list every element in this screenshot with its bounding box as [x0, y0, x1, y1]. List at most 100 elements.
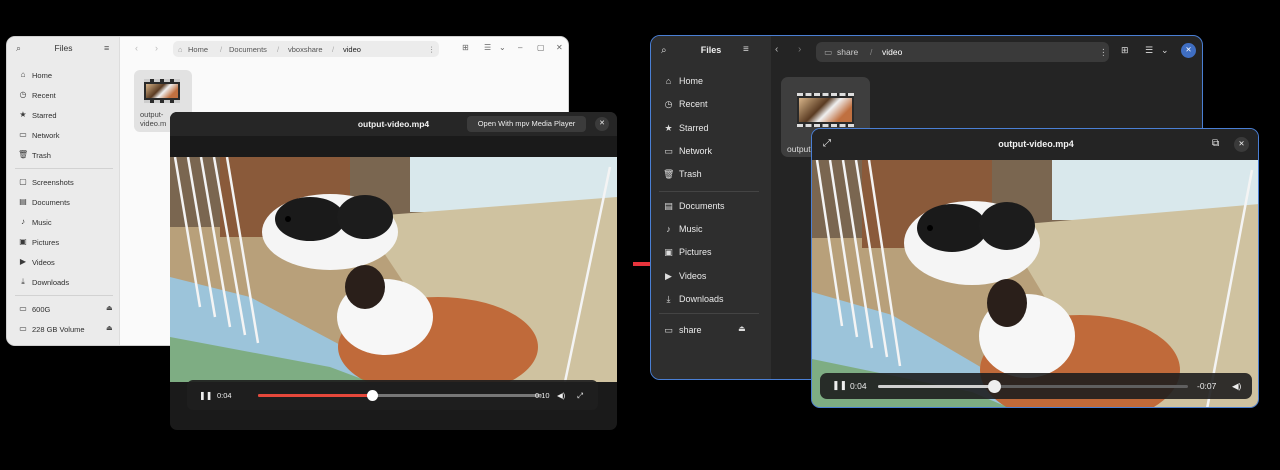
sidebar-item-documents[interactable]: ▤ Documents	[7, 193, 120, 211]
picture-icon: ▣	[19, 237, 27, 246]
sidebar-item-home[interactable]: ⌂ Home	[7, 66, 120, 84]
music-icon: ♪	[666, 224, 671, 234]
sidebar-item-share[interactable]: ▭ share ⏏	[651, 319, 771, 341]
header-bar: ‹ › ▭ share / video ⋮ ⊞ ☰ ⌄	[771, 36, 1202, 68]
volume-icon[interactable]: ◀)	[1232, 381, 1241, 392]
volume-icon[interactable]: ◀)	[557, 391, 565, 400]
more-icon[interactable]: ⋮	[428, 45, 436, 54]
eject-icon[interactable]: ⏏	[738, 324, 746, 333]
sidebar-item-pictures[interactable]: ▣ Pictures	[651, 241, 771, 263]
video-frame[interactable]	[170, 157, 617, 382]
file-label: output	[787, 144, 811, 154]
sidebar-item-screenshots[interactable]: ▢ Screenshots	[7, 173, 120, 191]
player-title: output-video.mp4	[998, 139, 1074, 149]
seek-bar[interactable]	[878, 385, 1188, 388]
sidebar-item-label: share	[679, 325, 702, 335]
pause-icon[interactable]: ❚❚	[199, 391, 212, 400]
video-player-old: output-video.mp4 Open With mpv Media Pla…	[170, 112, 617, 430]
open-external-icon[interactable]: ⧉	[1212, 138, 1219, 149]
download-icon: ⤓	[21, 277, 25, 286]
close-icon[interactable]: ✕	[1181, 43, 1196, 58]
sidebar-item-downloads[interactable]: ⤓ Downloads	[7, 273, 120, 291]
sidebar-item-recent[interactable]: ◷ Recent	[7, 86, 120, 104]
sidebar-item-label: Music	[679, 224, 703, 234]
home-icon: ⌂	[665, 76, 672, 86]
network-icon: ▭	[664, 146, 673, 156]
sidebar-item-label: Trash	[32, 151, 51, 160]
sidebar-item-pictures[interactable]: ▣ Pictures	[7, 233, 120, 251]
sidebar-header: ⌕ Files ≡	[7, 37, 120, 61]
sidebar-item-downloads[interactable]: ⤓ Downloads	[651, 288, 771, 310]
forward-icon[interactable]: ›	[155, 43, 158, 53]
sidebar-item-label: Downloads	[32, 278, 70, 287]
header-bar: ‹ › ⌂ Home / Documents / vboxshare / vid…	[120, 37, 568, 61]
sidebar-item-network[interactable]: ▭ Network	[7, 126, 120, 144]
video-frame[interactable]	[812, 160, 1258, 407]
video-player-new: ⤢ output-video.mp4 ⧉ ✕ ❚❚ 0:04 -0:07 ◀)	[811, 128, 1259, 408]
breadcrumb-item[interactable]: vboxshare	[288, 45, 323, 54]
open-with-mpv-button[interactable]: Open With mpv Media Player	[467, 116, 586, 132]
seek-handle[interactable]	[988, 380, 1002, 393]
breadcrumb-item[interactable]: Documents	[229, 45, 267, 54]
breadcrumb: ⌂ Home / Documents / vboxshare / video ⋮	[173, 41, 439, 57]
minimize-icon[interactable]: –	[518, 43, 522, 52]
sidebar-item-recent[interactable]: ◷ Recent	[651, 93, 771, 115]
sidebar-item-starred[interactable]: ★ Starred	[651, 117, 771, 139]
sidebar-item-starred[interactable]: ★ Starred	[7, 106, 120, 124]
back-icon[interactable]: ‹	[775, 44, 778, 55]
view-list-icon[interactable]: ☰	[1145, 45, 1153, 56]
view-list-icon[interactable]: ☰	[484, 43, 491, 52]
sidebar-item-600g[interactable]: ▭ 600G ⏏	[7, 300, 120, 318]
time-remaining: -0:07	[1197, 381, 1217, 391]
eject-icon[interactable]: ⏏	[106, 324, 113, 332]
sidebar-item-videos[interactable]: ▶ Videos	[7, 253, 120, 271]
breadcrumb-item[interactable]: Home	[188, 45, 208, 54]
close-icon[interactable]: ✕	[556, 43, 563, 52]
sidebar-item-network[interactable]: ▭ Network	[651, 140, 771, 162]
sidebar-item-label: 228 GB Volume	[32, 325, 85, 334]
sidebar-item-documents[interactable]: ▤ Documents	[651, 195, 771, 217]
breadcrumb: ▭ share / video ⋮	[816, 42, 1109, 62]
close-icon[interactable]: ✕	[1234, 137, 1249, 152]
pause-icon[interactable]: ❚❚	[832, 380, 847, 391]
back-icon[interactable]: ‹	[135, 43, 138, 53]
player-header: ⤢ output-video.mp4 ⧉ ✕	[812, 129, 1258, 160]
search-folder-icon[interactable]: ⊞	[1121, 45, 1129, 56]
video-thumbnail	[797, 93, 854, 127]
sidebar-item-trash[interactable]: 🗑 Trash	[7, 146, 120, 164]
star-icon: ★	[19, 110, 27, 119]
forward-icon[interactable]: ›	[798, 44, 801, 55]
close-icon[interactable]: ✕	[595, 117, 609, 131]
breadcrumb-item[interactable]: video	[343, 45, 361, 54]
maximize-icon[interactable]: ▢	[537, 43, 545, 52]
breadcrumb-item[interactable]: video	[882, 47, 902, 57]
menu-icon[interactable]: ≡	[743, 44, 749, 55]
sidebar-item-videos[interactable]: ▶ Videos	[651, 265, 771, 287]
seek-handle[interactable]	[366, 390, 378, 401]
sidebar-item-228-gb-volume[interactable]: ▭ 228 GB Volume ⏏	[7, 320, 120, 338]
more-icon[interactable]: ⋮	[1099, 47, 1108, 58]
chevron-down-icon[interactable]: ⌄	[499, 43, 506, 52]
sidebar-item-music[interactable]: ♪ Music	[651, 218, 771, 240]
menu-icon[interactable]: ≡	[104, 43, 109, 53]
fullscreen-icon[interactable]: ⤢	[577, 391, 583, 401]
eject-icon[interactable]: ⏏	[106, 304, 113, 312]
sidebar-item-label: Home	[679, 76, 704, 86]
sidebar-item-home[interactable]: ⌂ Home	[651, 70, 771, 92]
sidebar-item-label: Videos	[32, 258, 55, 267]
seek-bar-fill	[878, 385, 995, 388]
star-icon: ★	[664, 123, 673, 133]
time-current: 0:04	[217, 391, 232, 400]
sidebar-item-music[interactable]: ♪ Music	[7, 213, 120, 231]
sidebar-item-label: Videos	[679, 271, 707, 281]
picture-icon: ▣	[664, 247, 673, 257]
seek-bar[interactable]	[258, 394, 542, 397]
breadcrumb-item[interactable]: share	[837, 47, 858, 57]
network-icon: ▭	[19, 130, 27, 139]
sidebar-item-trash[interactable]: 🗑 Trash	[651, 163, 771, 185]
document-icon: ▤	[664, 201, 673, 211]
sidebar-separator	[659, 313, 759, 314]
chevron-down-icon[interactable]: ⌄	[1161, 45, 1169, 56]
music-icon: ♪	[21, 217, 25, 226]
new-folder-icon[interactable]: ⊞	[462, 43, 469, 52]
